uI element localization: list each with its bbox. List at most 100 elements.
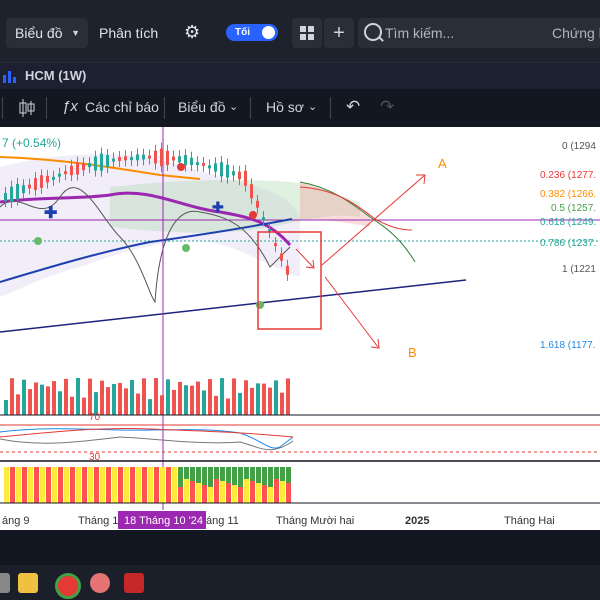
histogram-bar	[94, 467, 99, 503]
candle	[220, 162, 223, 177]
histogram-bars	[4, 467, 291, 503]
candle	[160, 148, 163, 167]
profile-menu-button[interactable]: Hồ sơ	[266, 89, 304, 125]
indicators-icon[interactable]: ƒx	[62, 89, 78, 125]
bar-chart-icon	[3, 71, 16, 83]
histogram-bar	[70, 467, 75, 503]
trendline	[0, 279, 467, 333]
fib-label: 0.5 (1257.	[551, 203, 596, 214]
app-icon[interactable]	[124, 573, 144, 593]
volume-bar	[238, 392, 242, 415]
histogram-bar	[136, 467, 141, 503]
volume-bar	[250, 387, 254, 415]
app-icon[interactable]	[90, 573, 110, 593]
symbol-title: HCM (1W)	[25, 68, 87, 83]
histogram-bar	[220, 467, 225, 481]
chart-area[interactable]: ✚ ✚ A B 7 (+0.54%) 0 (1294 0.236 (1277. …	[0, 127, 600, 530]
chart-dropdown[interactable]: Biểu đồ ▼	[6, 18, 88, 48]
candle	[148, 155, 151, 159]
candle	[46, 175, 49, 183]
theme-toggle-label: Tối	[235, 27, 250, 38]
histogram-bar	[82, 467, 87, 503]
volume-bars	[4, 378, 290, 415]
volume-bar	[52, 381, 56, 415]
volume-bar	[190, 385, 194, 415]
analysis-button[interactable]: Phân tích	[99, 18, 158, 48]
histogram-bar	[262, 467, 267, 485]
x-axis-label: 2025	[405, 515, 429, 527]
volume-bar	[100, 380, 104, 415]
candle	[238, 171, 241, 180]
histogram-bar	[268, 467, 273, 487]
candle	[64, 171, 67, 175]
chrome-icon[interactable]	[55, 573, 81, 599]
histogram-bar	[34, 467, 39, 503]
candle	[118, 157, 121, 161]
histogram-bar	[226, 467, 231, 483]
candle	[142, 154, 145, 160]
top-toolbar: Biểu đồ ▼ Phân tích ⚙ Tối + Tìm kiếm... …	[0, 0, 600, 62]
histogram-bar	[22, 467, 27, 503]
redo-icon[interactable]: ↷	[380, 89, 394, 125]
taskbar	[0, 565, 600, 600]
histogram-bar	[148, 467, 153, 503]
chart-toolbar: ƒx Các chỉ báo Biểu đồ ⌄ Hồ sơ ⌄ ↶ ↷	[0, 89, 600, 128]
histogram-bar	[10, 467, 15, 503]
divider	[250, 97, 251, 119]
indicators-button[interactable]: Các chỉ báo	[85, 89, 159, 125]
candle	[286, 265, 289, 275]
chart-dropdown-label: Biểu đồ	[15, 25, 63, 41]
candlestick-icon[interactable]	[18, 98, 36, 118]
candle	[196, 162, 199, 166]
histogram-bar	[154, 467, 159, 503]
layout-grid-icon[interactable]	[292, 18, 322, 48]
histogram-bar	[58, 467, 63, 503]
chart-canvas[interactable]: ✚ ✚ A B 7 (+0.54%) 0 (1294 0.236 (1277. …	[0, 127, 600, 530]
candle	[34, 178, 37, 191]
gear-icon[interactable]: ⚙	[184, 17, 200, 47]
histogram-bar	[190, 467, 195, 481]
histogram-bar	[130, 467, 135, 503]
theme-toggle[interactable]: Tối	[226, 24, 278, 41]
search-box[interactable]: Tìm kiếm... Chứng k	[358, 18, 600, 48]
histogram-bar	[28, 467, 33, 503]
x-axis-label: áng 11	[206, 515, 239, 527]
candle	[88, 163, 91, 168]
add-icon[interactable]: +	[324, 18, 354, 48]
fib-label: 1 (1221	[562, 264, 596, 275]
search-icon	[364, 23, 382, 41]
chevron-down-icon[interactable]: ⌄	[308, 89, 317, 125]
fib-labels: 0 (1294 0.236 (1277. 0.382 (1266. 0.5 (1…	[540, 141, 596, 351]
volume-bar	[22, 379, 26, 415]
buy-signal-dot	[34, 237, 42, 245]
candle	[40, 175, 43, 188]
histogram-bar	[118, 467, 123, 503]
volume-bar	[106, 387, 110, 415]
candle	[94, 156, 97, 171]
candle	[82, 163, 85, 171]
histogram-bar	[106, 467, 111, 503]
volume-bar	[262, 383, 266, 415]
rsi-70-label: 70	[89, 412, 101, 423]
candle	[58, 173, 61, 177]
volume-bar	[268, 387, 272, 415]
undo-icon[interactable]: ↶	[346, 89, 360, 125]
folder-icon[interactable]	[18, 573, 38, 593]
price-change-text: 7 (+0.54%)	[2, 136, 61, 150]
sell-signal-dot	[177, 163, 185, 171]
chevron-down-icon[interactable]: ⌄	[229, 89, 238, 125]
histogram-bar	[112, 467, 117, 503]
volume-bar	[172, 389, 176, 415]
x-axis-label: Tháng Hai	[504, 515, 555, 527]
volume-bar	[280, 392, 284, 415]
histogram-bar	[184, 467, 189, 479]
stocks-tab-label[interactable]: Chứng k	[552, 18, 600, 48]
candle	[10, 186, 13, 203]
start-icon[interactable]	[0, 573, 10, 593]
chart-menu-button[interactable]: Biểu đồ	[178, 89, 225, 125]
annotation-b: B	[408, 345, 417, 360]
candle	[70, 165, 73, 176]
candle	[130, 157, 133, 161]
divider	[46, 97, 47, 119]
volume-bar	[214, 395, 218, 415]
